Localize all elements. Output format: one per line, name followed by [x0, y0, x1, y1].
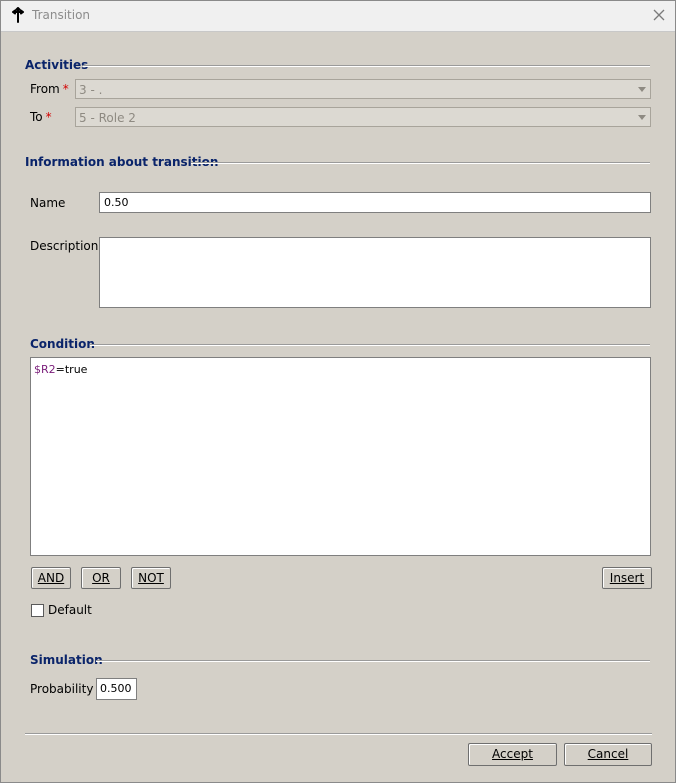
condition-text: $R2=true — [34, 363, 87, 376]
simulation-divider — [96, 660, 650, 662]
transition-dialog: Transition Activities From * 3 - . To * 5 … — [0, 0, 676, 783]
info-section-title: Information about transition — [25, 155, 219, 169]
title-bar[interactable]: Transition — [1, 1, 675, 32]
insert-button[interactable]: Insert — [602, 567, 652, 589]
probability-label: Probability — [30, 682, 94, 696]
default-label: Default — [48, 603, 92, 617]
and-button[interactable]: AND — [31, 567, 71, 589]
condition-section-title: Condition — [30, 337, 95, 351]
footer-divider — [25, 733, 652, 735]
name-field[interactable]: 0.50 — [99, 192, 651, 213]
cancel-button[interactable]: Cancel — [564, 743, 652, 766]
probability-field-value: 0.500 — [100, 682, 132, 695]
activities-divider — [83, 65, 650, 67]
info-divider — [191, 162, 650, 164]
activities-section-title: Activities — [25, 58, 89, 72]
from-select[interactable]: 3 - . — [75, 79, 651, 99]
window-title: Transition — [32, 8, 91, 22]
transition-app-icon — [12, 7, 24, 23]
description-field[interactable] — [99, 237, 651, 308]
default-checkbox[interactable] — [31, 604, 44, 617]
simulation-section-title: Simulation — [30, 653, 103, 667]
to-select-value: 5 - Role 2 — [79, 111, 136, 125]
required-marker: * — [62, 82, 69, 96]
condition-divider — [90, 344, 650, 346]
required-marker: * — [45, 110, 52, 124]
from-select-value: 3 - . — [79, 83, 103, 97]
close-icon[interactable] — [651, 7, 667, 23]
or-button[interactable]: OR — [81, 567, 121, 589]
condition-editor[interactable]: $R2=true — [30, 357, 651, 556]
from-label: From * — [30, 82, 69, 96]
description-label: Description — [30, 239, 99, 253]
condition-variable: $R2 — [34, 363, 56, 376]
chevron-down-icon — [638, 87, 646, 92]
to-label: To * — [30, 110, 52, 124]
to-select[interactable]: 5 - Role 2 — [75, 107, 651, 127]
name-label: Name — [30, 196, 66, 210]
condition-expression: =true — [55, 363, 88, 376]
name-field-value: 0.50 — [104, 196, 129, 209]
not-button[interactable]: NOT — [131, 567, 171, 589]
chevron-down-icon — [638, 115, 646, 120]
accept-button[interactable]: Accept — [468, 743, 557, 766]
probability-field[interactable]: 0.500 — [96, 678, 137, 700]
